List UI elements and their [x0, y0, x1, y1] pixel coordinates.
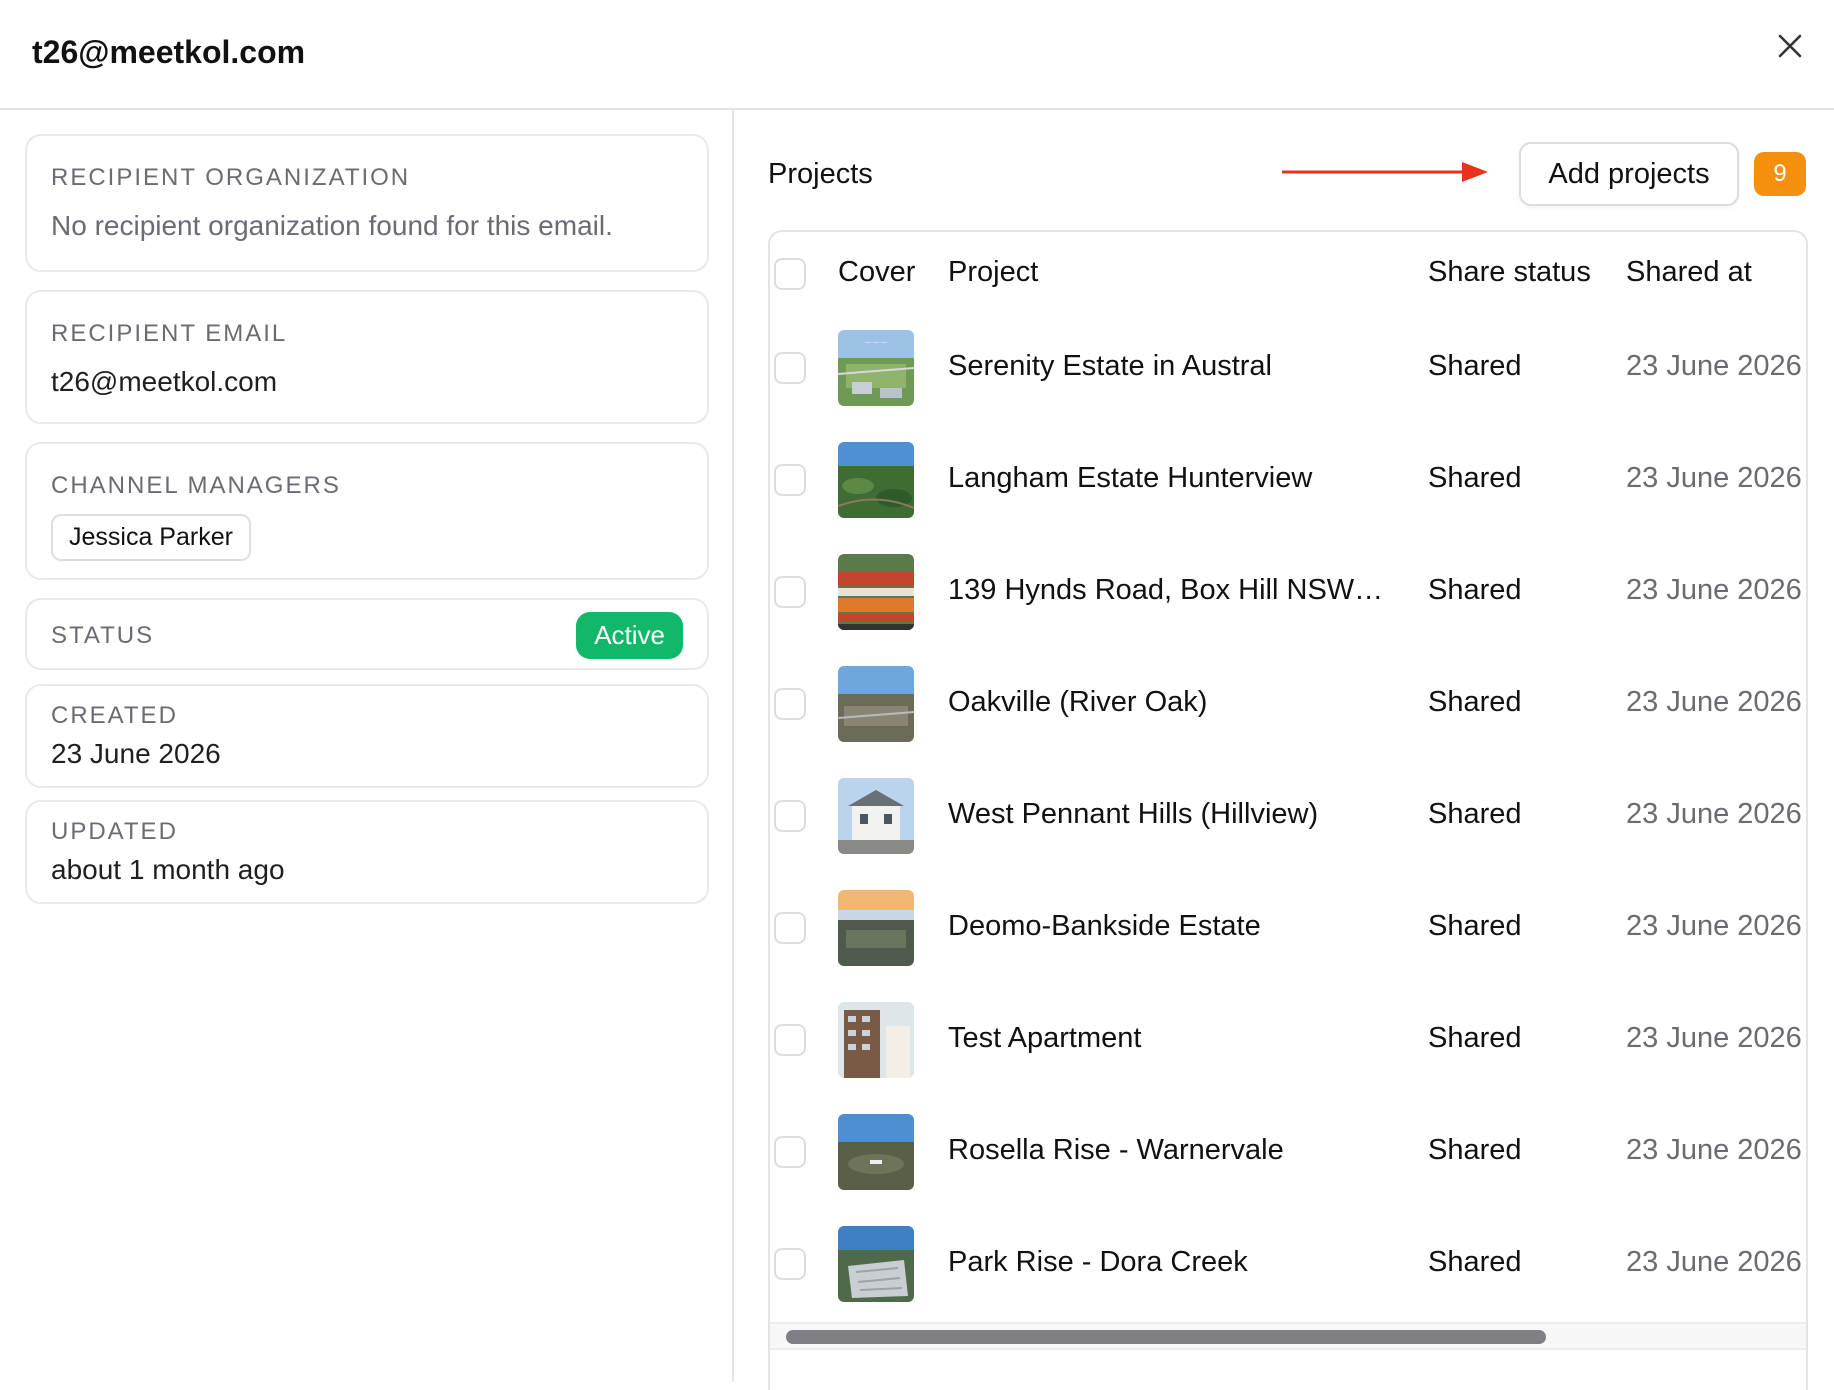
share-status: Shared [1428, 462, 1522, 494]
recipient-details-panel: RECIPIENT ORGANIZATION No recipient orga… [0, 110, 734, 1382]
row-checkbox[interactable] [774, 352, 806, 384]
close-icon [1778, 34, 1802, 58]
recipient-email-value: t26@meetkol.com [51, 366, 278, 397]
scrollbar-thumb[interactable] [786, 1330, 1546, 1344]
status-card: STATUS Active [25, 598, 709, 670]
share-status: Shared [1428, 798, 1522, 830]
cover-image [838, 666, 914, 742]
dialog-header: t26@meetkol.com [0, 0, 1834, 110]
project-name[interactable]: Rosella Rise - Warnervale [948, 1134, 1388, 1167]
updated-card: UPDATED about 1 month ago [25, 800, 709, 904]
recipient-email-label: RECIPIENT EMAIL [51, 320, 288, 347]
projects-title: Projects [768, 158, 873, 190]
row-checkbox[interactable] [774, 912, 806, 944]
horizontal-scrollbar[interactable] [770, 1322, 1806, 1350]
arrow-right-icon [1282, 162, 1488, 182]
project-name[interactable]: Oakville (River Oak) [948, 686, 1388, 719]
column-header-share-status[interactable]: Share status [1428, 256, 1591, 289]
share-status: Shared [1428, 910, 1522, 942]
row-checkbox[interactable] [774, 576, 806, 608]
share-status: Shared [1428, 1022, 1522, 1054]
add-projects-button[interactable]: Add projects [1519, 142, 1739, 206]
shared-at: 23 June 2026 [1626, 350, 1802, 382]
project-name[interactable]: 139 Hynds Road, Box Hill NSW 2... [948, 574, 1388, 607]
row-checkbox[interactable] [774, 1024, 806, 1056]
status-badge: Active [576, 612, 683, 659]
shared-at: 23 June 2026 [1626, 1134, 1802, 1166]
table-row[interactable]: West Pennant Hills (Hillview) Shared 23 … [770, 778, 1806, 890]
cover-image [838, 1114, 914, 1190]
cover-image [838, 554, 914, 630]
cover-image [838, 1002, 914, 1078]
dialog-title: t26@meetkol.com [32, 34, 306, 70]
projects-table: Cover Project Share status Shared at — —… [768, 230, 1808, 1390]
shared-at: 23 June 2026 [1626, 798, 1802, 830]
created-label: CREATED [51, 702, 178, 729]
shared-at: 23 June 2026 [1626, 574, 1802, 606]
share-status: Shared [1428, 350, 1522, 382]
share-status: Shared [1428, 686, 1522, 718]
row-checkbox[interactable] [774, 1248, 806, 1280]
channel-manager-chip[interactable]: Jessica Parker [51, 514, 251, 561]
table-row[interactable]: Test Apartment Shared 23 June 2026 [770, 1002, 1806, 1114]
table-row[interactable]: Oakville (River Oak) Shared 23 June 2026 [770, 666, 1806, 778]
channel-managers-card: CHANNEL MANAGERS Jessica Parker [25, 442, 709, 580]
column-header-shared-at[interactable]: Shared at [1626, 256, 1752, 289]
project-name[interactable]: Langham Estate Hunterview [948, 462, 1388, 495]
row-checkbox[interactable] [774, 800, 806, 832]
table-row[interactable]: Rosella Rise - Warnervale Shared 23 June… [770, 1114, 1806, 1226]
shared-at: 23 June 2026 [1626, 462, 1802, 494]
created-value: 23 June 2026 [51, 738, 221, 769]
project-name[interactable]: Test Apartment [948, 1022, 1388, 1055]
recipient-email-card: RECIPIENT EMAIL t26@meetkol.com [25, 290, 709, 424]
column-header-project[interactable]: Project [948, 256, 1038, 289]
cover-image [838, 778, 914, 854]
project-name[interactable]: Deomo-Bankside Estate [948, 910, 1388, 943]
share-status: Shared [1428, 1246, 1522, 1278]
cover-image [838, 890, 914, 966]
recipient-organization-label: RECIPIENT ORGANIZATION [51, 164, 411, 191]
project-name[interactable]: Park Rise - Dora Creek [948, 1246, 1388, 1279]
table-row[interactable]: Langham Estate Hunterview Shared 23 June… [770, 442, 1806, 554]
updated-value: about 1 month ago [51, 854, 285, 885]
row-checkbox[interactable] [774, 464, 806, 496]
created-card: CREATED 23 June 2026 [25, 684, 709, 788]
table-row[interactable]: Deomo-Bankside Estate Shared 23 June 202… [770, 890, 1806, 1002]
cover-image: — — — [838, 330, 914, 406]
row-checkbox[interactable] [774, 688, 806, 720]
table-row[interactable]: 139 Hynds Road, Box Hill NSW 2... Shared… [770, 554, 1806, 666]
column-header-cover[interactable]: Cover [838, 256, 915, 289]
project-name[interactable]: West Pennant Hills (Hillview) [948, 798, 1388, 831]
select-all-checkbox[interactable] [774, 258, 806, 290]
share-status: Shared [1428, 574, 1522, 606]
shared-at: 23 June 2026 [1626, 686, 1802, 718]
projects-count-badge: 9 [1754, 152, 1806, 196]
projects-panel: Projects Add projects 9 Cover Project Sh… [736, 110, 1834, 1390]
shared-at: 23 June 2026 [1626, 910, 1802, 942]
recipient-organization-value: No recipient organization found for this… [51, 210, 613, 241]
cover-image [838, 1226, 914, 1302]
shared-at: 23 June 2026 [1626, 1022, 1802, 1054]
updated-label: UPDATED [51, 818, 178, 845]
shared-at: 23 June 2026 [1626, 1246, 1802, 1278]
row-checkbox[interactable] [774, 1136, 806, 1168]
svg-text:— — —: — — — [865, 339, 887, 346]
project-name[interactable]: Serenity Estate in Austral [948, 350, 1388, 383]
cover-image [838, 442, 914, 518]
close-button[interactable] [1770, 26, 1810, 66]
share-status: Shared [1428, 1134, 1522, 1166]
table-row[interactable]: — — — Serenity Estate in Austral Shared … [770, 330, 1806, 442]
recipient-organization-card: RECIPIENT ORGANIZATION No recipient orga… [25, 134, 709, 272]
channel-managers-label: CHANNEL MANAGERS [51, 472, 341, 499]
